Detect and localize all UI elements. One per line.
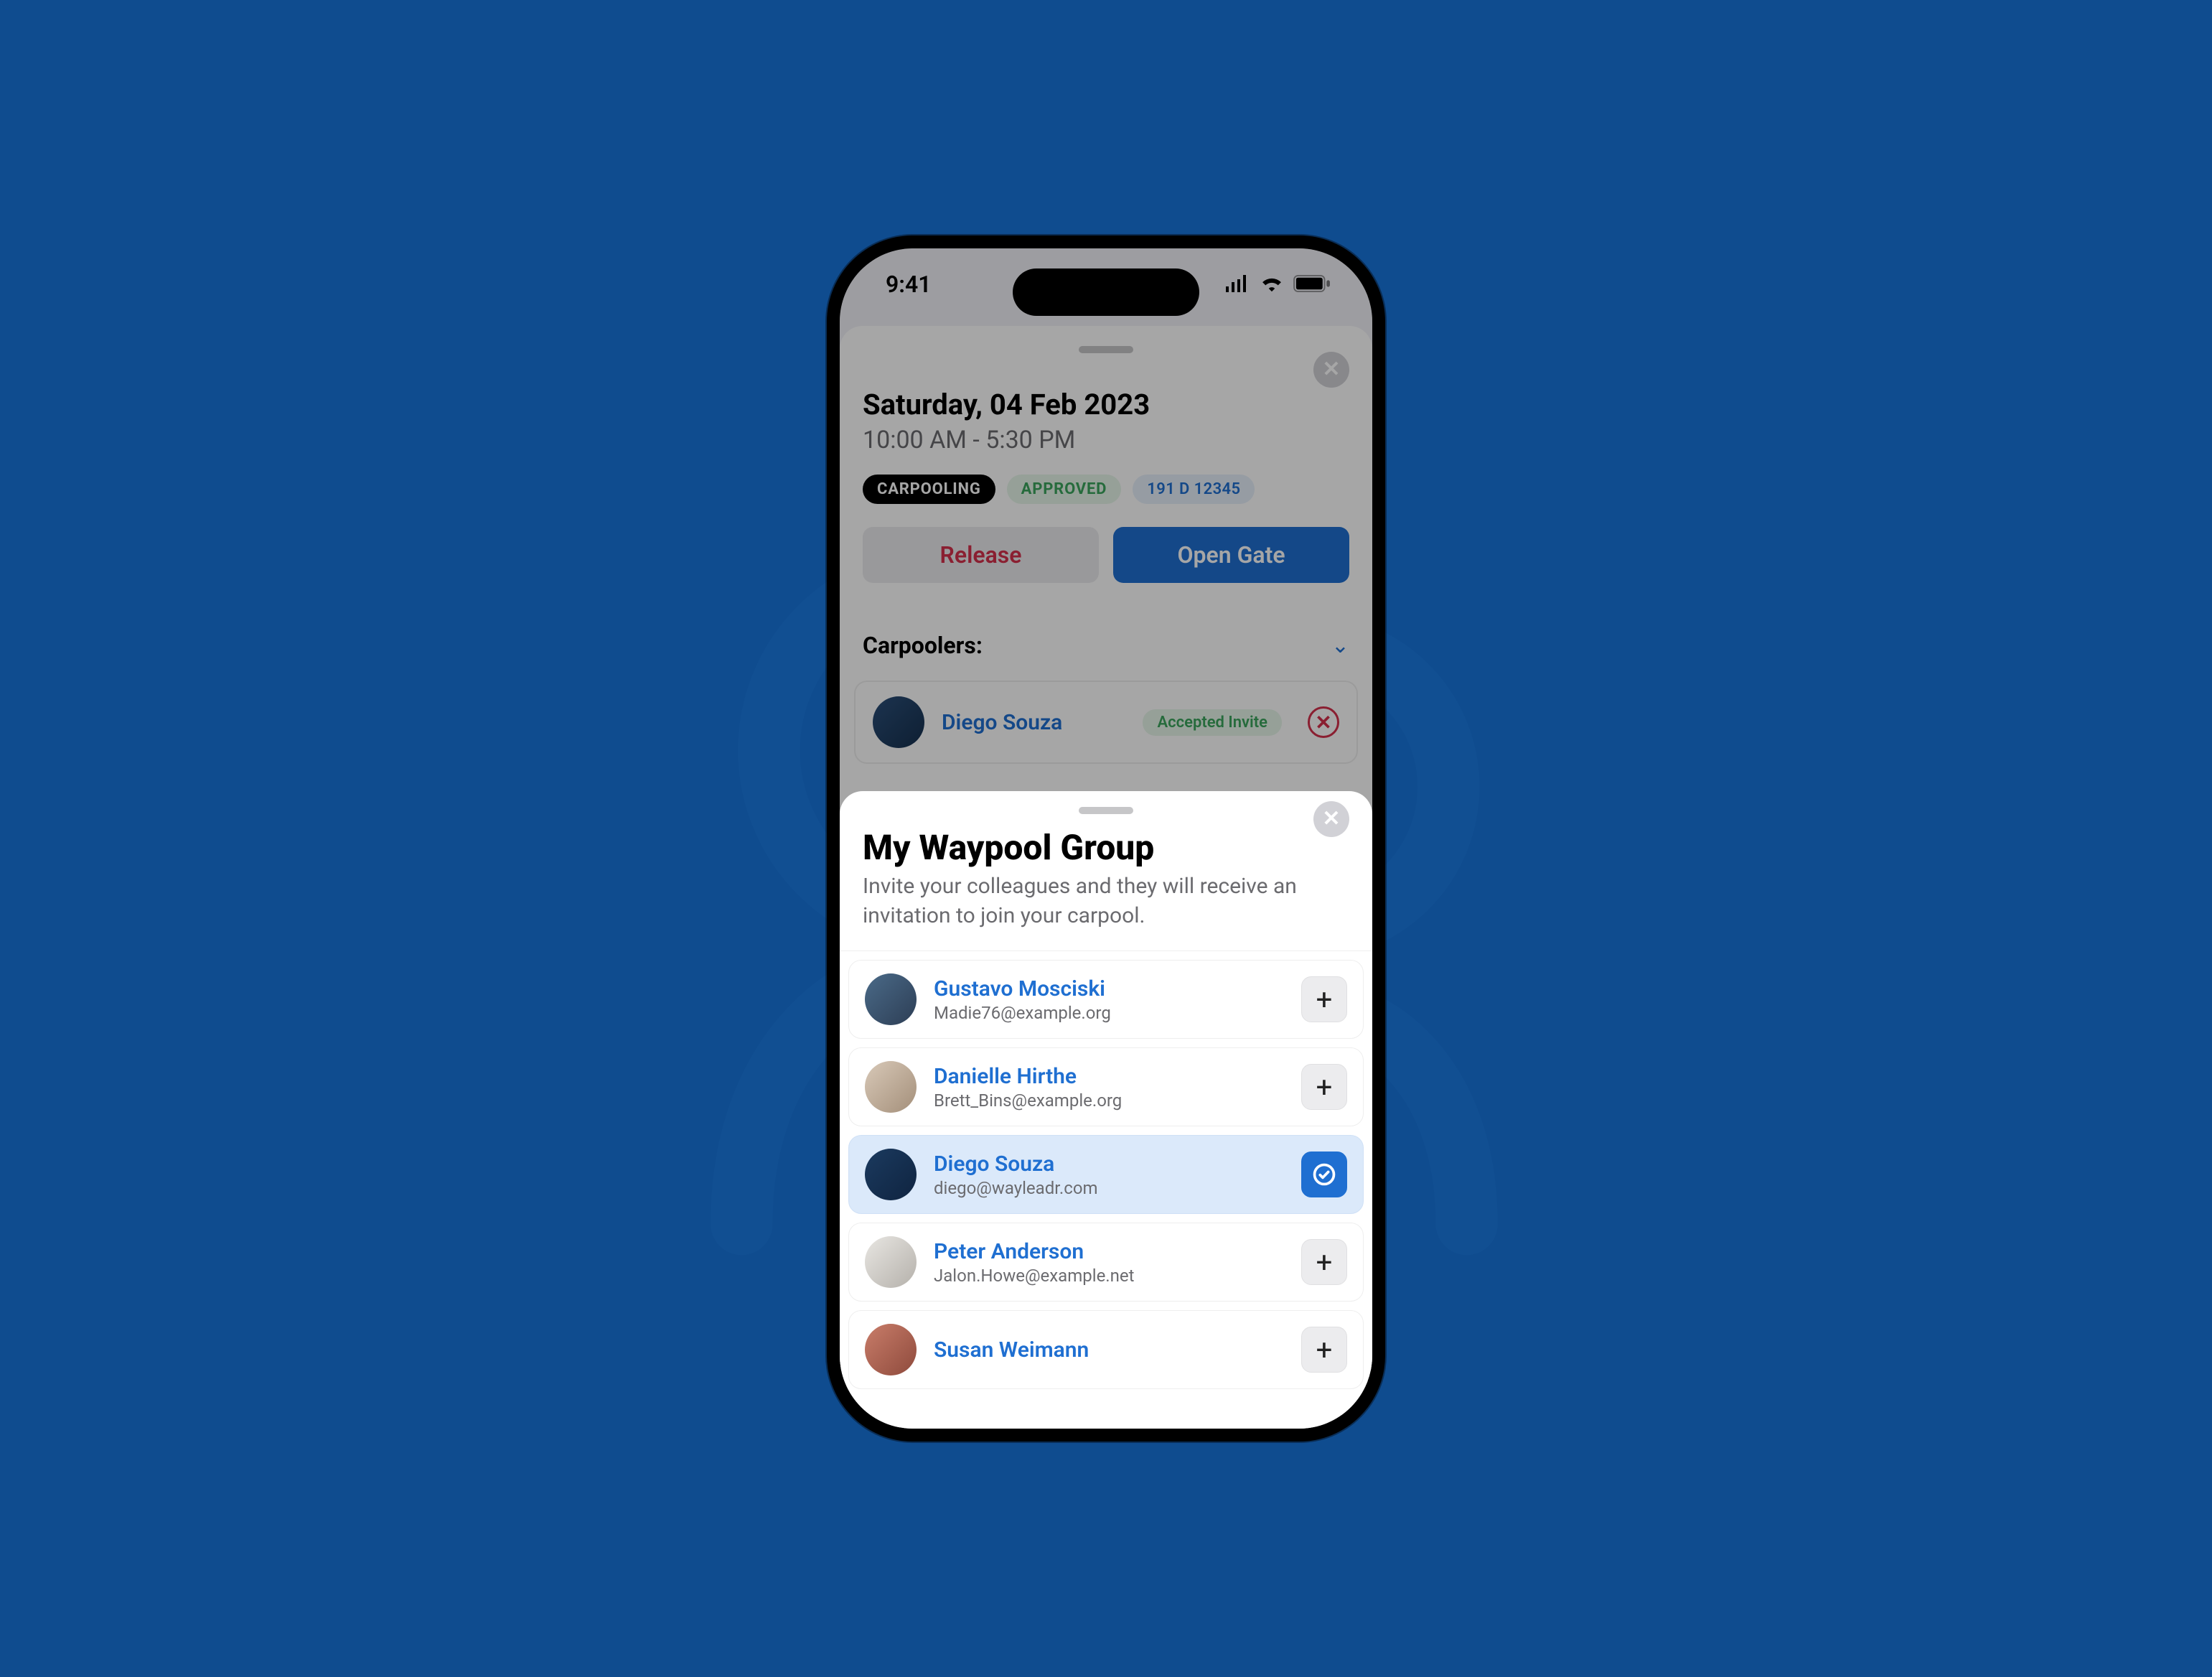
contact-email: Brett_Bins@example.org [934,1090,1284,1111]
avatar [865,973,917,1025]
contact-name: Peter Anderson [934,1239,1284,1264]
contact-name: Diego Souza [934,1152,1284,1177]
check-circle-icon [1312,1162,1336,1187]
plus-icon: + [1316,1070,1333,1104]
avatar [865,1061,917,1113]
plus-icon: + [1316,1333,1333,1367]
add-contact-button[interactable]: + [1301,1327,1347,1373]
phone-frame: 9:41 ✕ Saturday, 04 Feb 2023 10:00 AM - … [827,235,1385,1442]
close-icon: ✕ [1322,806,1340,831]
screen: 9:41 ✕ Saturday, 04 Feb 2023 10:00 AM - … [840,248,1372,1429]
contact-name: Danielle Hirthe [934,1064,1284,1089]
sheet-handle[interactable] [1079,807,1133,814]
contact-row[interactable]: Diego Souzadiego@wayleadr.com [848,1135,1364,1214]
contacts-list: Gustavo MosciskiMadie76@example.org+Dani… [840,951,1372,1429]
plus-icon: + [1316,983,1333,1017]
contact-row[interactable]: Gustavo MosciskiMadie76@example.org + [848,960,1364,1039]
plus-icon: + [1316,1246,1333,1279]
avatar [865,1149,917,1200]
contact-email: diego@wayleadr.com [934,1178,1284,1198]
contact-row[interactable]: Susan Weimann + [848,1310,1364,1389]
group-title: My Waypool Group [863,827,1349,868]
avatar [865,1236,917,1288]
contact-name: Gustavo Mosciski [934,976,1284,1001]
dynamic-island [1013,268,1199,316]
avatar [865,1324,917,1375]
selected-check-button[interactable] [1301,1152,1347,1197]
contact-row[interactable]: Peter AndersonJalon.Howe@example.net + [848,1223,1364,1302]
contact-email: Madie76@example.org [934,1003,1284,1023]
add-contact-button[interactable]: + [1301,1064,1347,1110]
contact-row[interactable]: Danielle HirtheBrett_Bins@example.org + [848,1047,1364,1126]
add-contact-button[interactable]: + [1301,1239,1347,1285]
close-button[interactable]: ✕ [1313,801,1349,837]
waypool-sheet: ✕ My Waypool Group Invite your colleague… [840,791,1372,1429]
group-description: Invite your colleagues and they will rec… [863,872,1349,930]
contact-email: Jalon.Howe@example.net [934,1266,1284,1286]
contact-name: Susan Weimann [934,1337,1284,1363]
add-contact-button[interactable]: + [1301,976,1347,1022]
